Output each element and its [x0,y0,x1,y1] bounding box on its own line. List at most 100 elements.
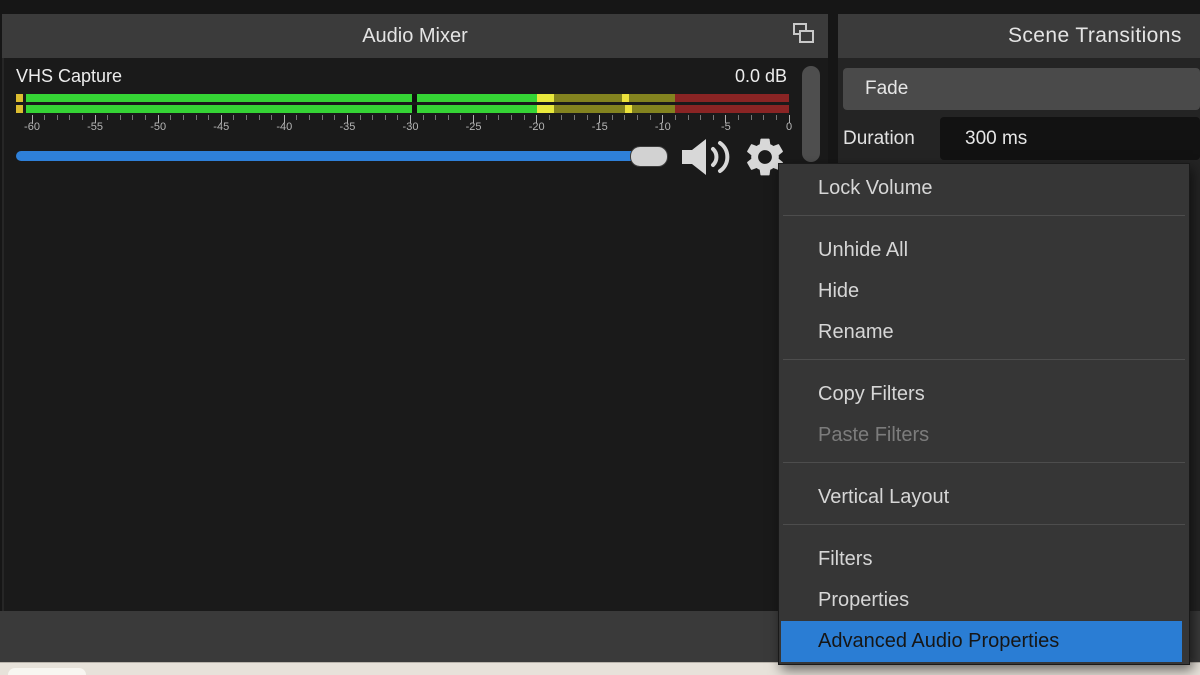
volume-slider[interactable] [16,146,670,168]
meter-segment [554,105,675,113]
menu-item-vertical-layout[interactable]: Vertical Layout [779,477,1189,518]
meter-tick [372,115,373,120]
meter-tick [448,115,449,120]
obs-window: Audio Mixer VHS Capture 0.0 dB -60-55-50… [0,0,1200,675]
menu-item-rename[interactable]: Rename [779,312,1189,353]
meter-hold-gap [412,94,417,102]
meter-tick [120,115,121,120]
transition-select[interactable]: Fade [843,68,1200,110]
meter-channel-bar [26,94,789,102]
volume-slider-handle[interactable] [630,146,668,167]
menu-item-properties[interactable]: Properties [779,580,1189,621]
audio-mixer-title: Audio Mixer [2,14,828,58]
source-name: VHS Capture [16,66,122,87]
menu-separator [783,462,1185,463]
meter-tick [498,115,499,120]
meter-tick [57,115,58,120]
meter-tick [700,115,701,120]
duration-value: 300 ms [965,117,1027,160]
meter-tick [233,115,234,120]
mixer-scrollbar[interactable] [802,66,820,162]
audio-mixer-header[interactable]: Audio Mixer [2,14,828,58]
menu-separator [783,215,1185,216]
meter-tick [170,115,171,120]
meter-tick [423,115,424,120]
meter-segment [537,105,555,113]
meter-tick [574,115,575,120]
meter-tick [435,115,436,120]
meter-segment [26,94,537,102]
db-scale-label: -50 [141,121,175,133]
meter-tick [460,115,461,120]
volume-meter: -60-55-50-45-40-35-30-25-20-15-10-50 [16,94,791,138]
meter-tick [751,115,752,120]
meter-tick [107,115,108,120]
context-menu: Lock Volume Unhide AllHideRename Copy Filt… [778,163,1190,665]
meter-tick [145,115,146,120]
menu-item-advanced-audio-properties[interactable]: Advanced Audio Properties [781,621,1182,662]
meter-segment [554,94,675,102]
source-volume-db: 0.0 dB [735,66,787,87]
db-scale-label: -25 [457,121,491,133]
db-scale-label: -55 [78,121,112,133]
meter-tick [561,115,562,120]
popout-icon[interactable] [793,23,814,44]
meter-tick [246,115,247,120]
menu-item-paste-filters: Paste Filters [779,415,1189,456]
meter-tick [196,115,197,120]
volume-slider-track[interactable] [16,151,668,161]
menu-separator [783,524,1185,525]
duration-label: Duration [843,117,915,160]
scene-transitions-title: Scene Transitions [1008,14,1182,58]
audio-mixer-content: VHS Capture 0.0 dB -60-55-50-45-40-35-30… [2,58,828,611]
meter-hold-gap [412,105,417,113]
db-scale-label: -45 [204,121,238,133]
speaker-mute-icon[interactable] [678,138,736,176]
duration-spinbox[interactable]: 300 ms [940,117,1200,160]
meter-tick [587,115,588,120]
db-scale-label: -5 [709,121,743,133]
meter-tick [309,115,310,120]
meter-tick [688,115,689,120]
db-scale-label: 0 [772,121,806,133]
menu-item-filters[interactable]: Filters [779,539,1189,580]
db-scale-label: -35 [330,121,364,133]
db-scale-label: -30 [394,121,428,133]
menu-item-lock-volume[interactable]: Lock Volume [779,168,1189,209]
menu-separator [783,359,1185,360]
meter-tick [637,115,638,120]
meter-tick [624,115,625,120]
db-scale-label: -10 [646,121,680,133]
background-window-corner [8,668,86,675]
scene-transitions-header[interactable]: Scene Transitions [838,14,1200,58]
meter-tick [486,115,487,120]
menu-item-unhide-all[interactable]: Unhide All [779,230,1189,271]
meter-segment [537,94,555,102]
meter-tick [776,115,777,120]
meter-tick [183,115,184,120]
meter-tick [738,115,739,120]
db-scale-label: -20 [520,121,554,133]
db-scale-label: -40 [267,121,301,133]
audio-mixer-panel: Audio Mixer VHS Capture 0.0 dB -60-55-50… [2,14,828,611]
meter-channel-bar [26,105,789,113]
menu-item-copy-filters[interactable]: Copy Filters [779,374,1189,415]
meter-tick [511,115,512,120]
meter-segment [675,105,789,113]
meter-tick [675,115,676,120]
meter-tick [524,115,525,120]
meter-input-indicator [16,94,23,102]
menu-item-hide[interactable]: Hide [779,271,1189,312]
meter-tick [397,115,398,120]
meter-tick [132,115,133,120]
meter-tick [296,115,297,120]
meter-tick [208,115,209,120]
meter-input-indicator [16,105,23,113]
meter-tick [271,115,272,120]
meter-tick [322,115,323,120]
meter-tick [713,115,714,120]
meter-peak-tick [625,105,632,113]
meter-tick [69,115,70,120]
meter-tick [763,115,764,120]
meter-tick [44,115,45,120]
